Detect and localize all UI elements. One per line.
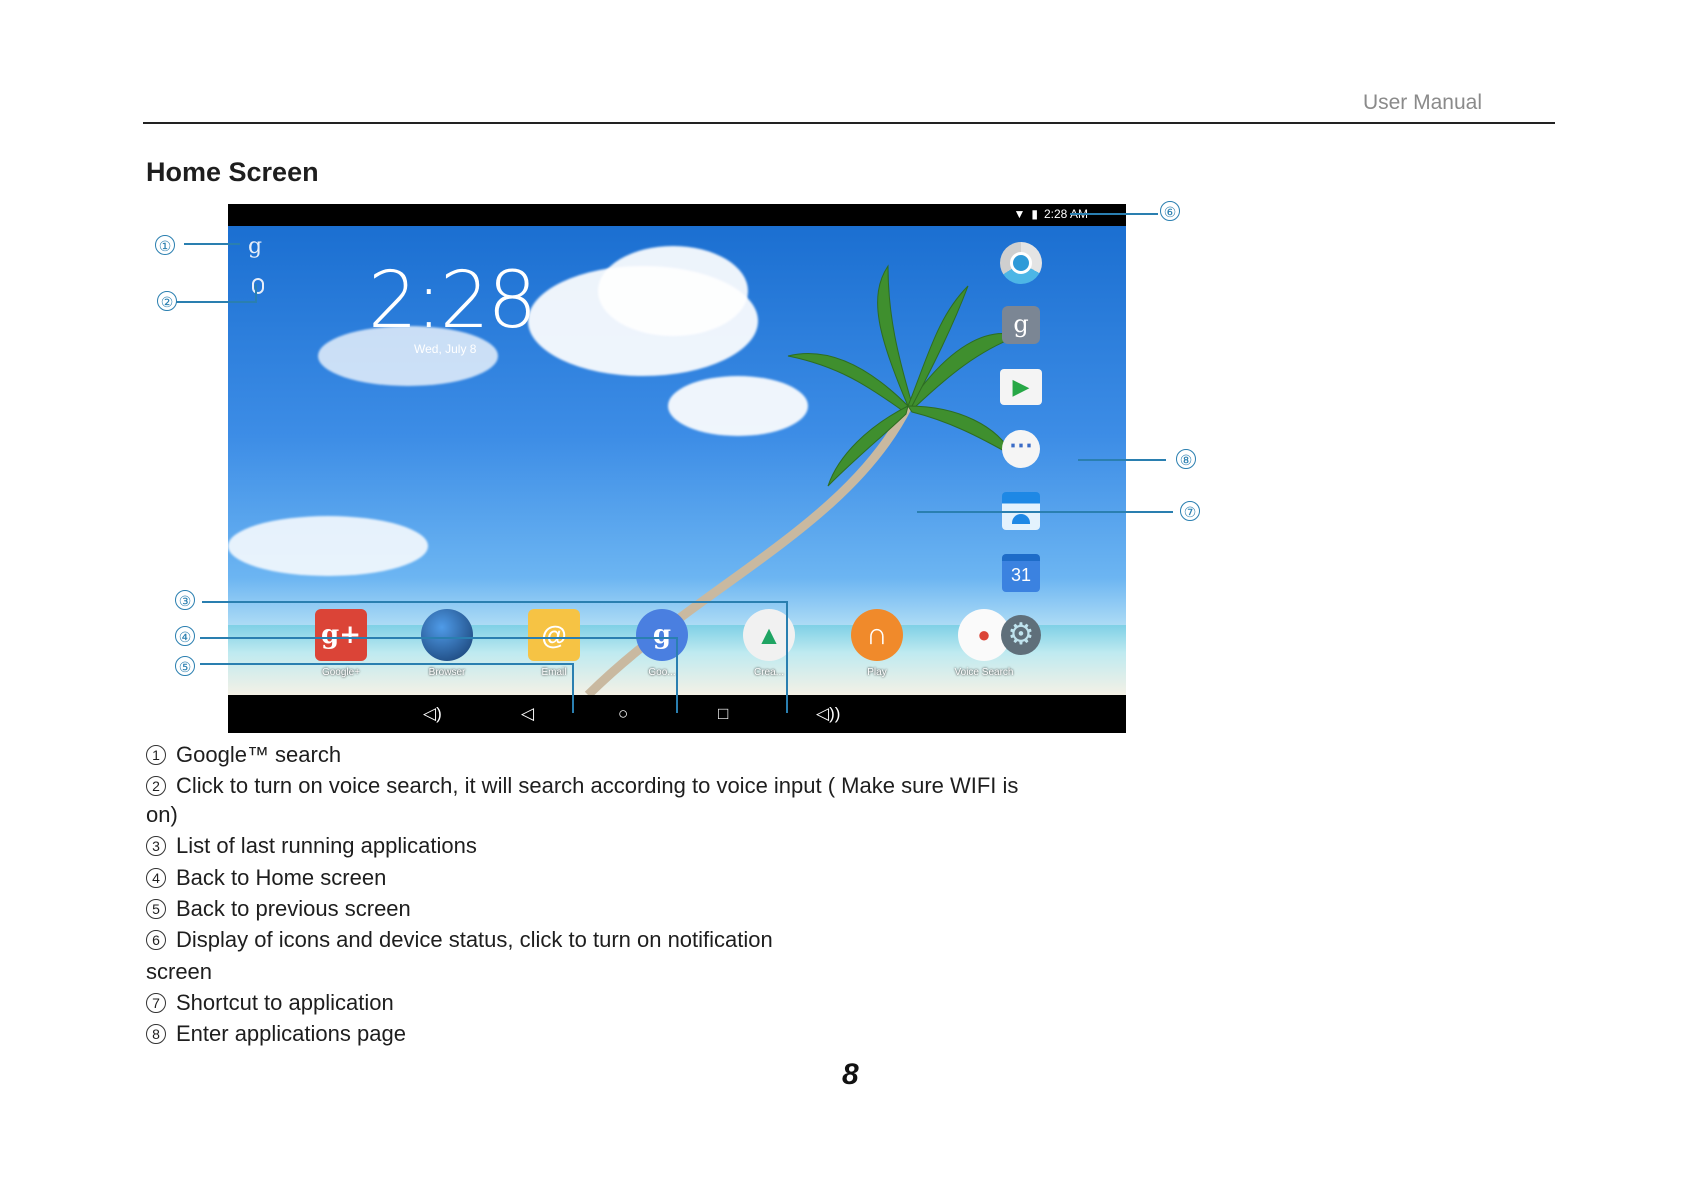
google-search-icon[interactable]: g <box>248 234 262 259</box>
callout-1: ① <box>155 235 175 255</box>
callout-4-line <box>200 637 677 639</box>
description-continuation: on) <box>146 802 178 827</box>
home-icon[interactable]: ○ <box>618 704 628 724</box>
voice-search-icon[interactable] <box>252 278 264 294</box>
google-plus-icon: g+ <box>315 609 367 661</box>
side-play-store[interactable]: ▶ <box>998 364 1044 410</box>
description-item: 6 Display of icons and device status, cli… <box>146 926 773 954</box>
status-bar[interactable]: ▼ ▮ 2:28 AM <box>228 204 1126 226</box>
callout-5: ⑤ <box>175 656 195 676</box>
email-icon: @ <box>528 609 580 661</box>
description-continuation: screen <box>146 959 213 984</box>
date-widget: Wed, July 8 <box>414 342 477 356</box>
back-icon[interactable]: ◁ <box>521 704 534 724</box>
callout-3: ③ <box>175 590 195 610</box>
description-item: 5 Back to previous screen <box>146 895 411 923</box>
clock-widget[interactable]: 2:28 <box>368 256 537 346</box>
google-icon: g <box>636 609 688 661</box>
callout-5-line <box>200 663 573 665</box>
side-google[interactable]: g <box>998 302 1044 348</box>
home-screen-wallpaper: g 2:28 Wed, July 8 g+ Google+ Browser @ … <box>228 226 1126 695</box>
callout-6-line <box>1070 213 1158 215</box>
description-item: 8 Enter applications page <box>146 1020 406 1048</box>
description-item: 7 Shortcut to application <box>146 989 394 1017</box>
dock-play[interactable]: ∩ Play <box>847 609 907 678</box>
dock-google[interactable]: g Goo... <box>632 609 692 678</box>
globe-icon <box>421 609 473 661</box>
dock-google-plus[interactable]: g+ Google+ <box>311 609 371 678</box>
side-settings[interactable]: ⚙ <box>998 612 1044 658</box>
side-chrome[interactable] <box>998 240 1044 286</box>
google-app-icon: g <box>1002 306 1040 344</box>
callout-2: ② <box>157 291 177 311</box>
settings-icon: ⚙ <box>1001 615 1041 655</box>
page-number: 8 <box>842 1058 859 1091</box>
callout-4: ④ <box>175 626 195 646</box>
callout-2-line <box>176 301 256 303</box>
headphones-icon: ∩ <box>851 609 903 661</box>
callout-7: ⑦ <box>1180 501 1200 521</box>
callout-7-line <box>917 511 1173 513</box>
description-item: 3 List of last running applications <box>146 832 477 860</box>
description-item: 2 Click to turn on voice search, it will … <box>146 772 1018 800</box>
description-item: 1 Google™ search <box>146 741 341 769</box>
description-item: 4 Back to Home screen <box>146 864 386 892</box>
callout-6: ⑥ <box>1160 201 1180 221</box>
battery-icon: ▮ <box>1031 207 1038 221</box>
wifi-icon: ▼ <box>1013 207 1026 221</box>
dock-browser[interactable]: Browser <box>417 609 477 678</box>
callout-8-line <box>1078 459 1166 461</box>
dock-create[interactable]: ▲ Crea... <box>739 609 799 678</box>
recent-apps-icon[interactable]: □ <box>718 704 728 724</box>
callout-3-line <box>202 601 787 603</box>
app-drawer-icon: ⋯ <box>1002 430 1040 468</box>
header-rule <box>143 122 1555 124</box>
section-title: Home Screen <box>146 157 319 187</box>
calendar-icon: 31 <box>1002 554 1040 592</box>
side-calendar[interactable]: 31 <box>998 550 1044 596</box>
callout-8: ⑧ <box>1176 449 1196 469</box>
running-header: User Manual <box>1362 91 1482 114</box>
dock-email[interactable]: @ Email <box>524 609 584 678</box>
callout-1-line <box>184 243 240 245</box>
play-store-icon: ▶ <box>1000 369 1042 405</box>
volume-up-icon[interactable]: ◁)) <box>816 704 840 724</box>
side-app-drawer[interactable]: ⋯ <box>998 426 1044 472</box>
chrome-icon <box>1000 242 1042 284</box>
volume-down-icon[interactable]: ◁) <box>423 704 442 724</box>
